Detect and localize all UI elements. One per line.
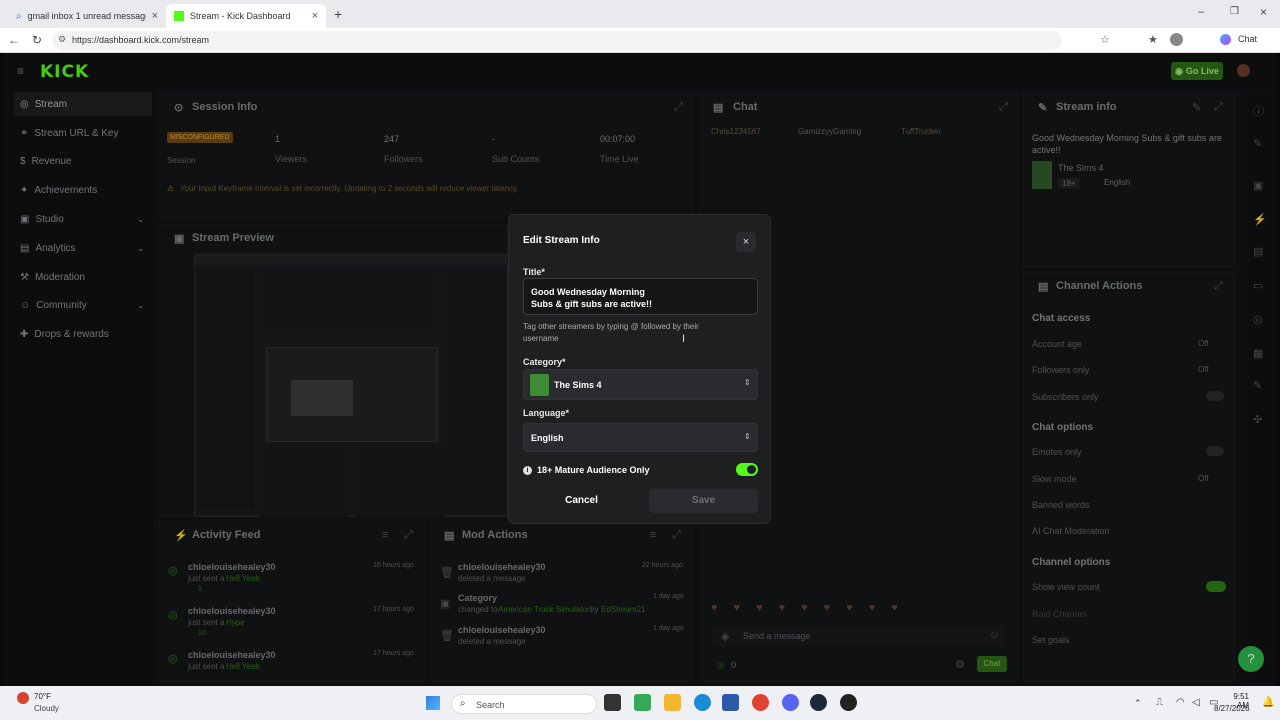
game-thumbnail: [530, 374, 549, 396]
usb-icon[interactable]: ⎍: [1156, 697, 1163, 708]
widgets-icon[interactable]: [634, 694, 651, 711]
close-tab-icon[interactable]: ×: [312, 10, 318, 22]
chrome-icon[interactable]: [752, 694, 769, 711]
taskbar-search[interactable]: ⌕ Search: [451, 694, 597, 714]
copilot-icon[interactable]: [1220, 34, 1231, 45]
new-tab-button[interactable]: +: [334, 6, 342, 22]
close-button[interactable]: ×: [736, 232, 756, 252]
profile-avatar[interactable]: [1170, 33, 1183, 46]
tray-chevron-icon[interactable]: ⌃: [1134, 698, 1142, 709]
search-icon: ⌕: [460, 698, 466, 709]
back-arrow-icon[interactable]: ←: [7, 33, 21, 47]
close-window-button[interactable]: ×: [1260, 5, 1267, 19]
store-icon[interactable]: [722, 694, 739, 711]
browser-tab-kick[interactable]: Stream - Kick Dashboard ×: [166, 4, 326, 28]
reload-icon[interactable]: ↻: [30, 33, 44, 47]
discord-icon[interactable]: [782, 694, 799, 711]
save-button[interactable]: Save: [649, 489, 758, 513]
obs-icon[interactable]: [840, 694, 857, 711]
title-hint: Tag other streamers by typing @ followed…: [523, 322, 699, 343]
site-info-icon[interactable]: ⚙: [58, 34, 66, 45]
minimize-button[interactable]: –: [1198, 6, 1204, 18]
category-select[interactable]: The Sims 4 ⇕: [523, 369, 758, 400]
clock-date[interactable]: 8/27/2026: [1214, 704, 1250, 713]
kick-favicon-icon: [174, 11, 184, 21]
sort-arrows-icon: ⇕: [744, 378, 751, 387]
address-bar[interactable]: https://dashboard.kick.com/stream: [52, 31, 1062, 50]
copilot-chat-label[interactable]: Chat: [1238, 34, 1257, 44]
browser-tab-bar: ⌕ gmail inbox 1 unread message - S × Str…: [0, 0, 1280, 28]
notification-bell-icon[interactable]: 🔔: [1262, 697, 1274, 708]
language-label: Language*: [523, 408, 570, 418]
title-textarea[interactable]: Good Wednesday Morning Subs & gift subs …: [523, 278, 758, 315]
info-icon[interactable]: i: [523, 466, 532, 475]
weather-temp[interactable]: 70°F: [34, 692, 51, 701]
weather-badge-icon: [17, 692, 29, 704]
edge-icon[interactable]: [694, 694, 711, 711]
browser-tab-gmail[interactable]: ⌕ gmail inbox 1 unread message - S ×: [8, 4, 166, 28]
favorites-icon[interactable]: ★: [1148, 33, 1158, 46]
steam-icon[interactable]: [810, 694, 827, 711]
mature-toggle[interactable]: [736, 463, 758, 476]
text-cursor-icon: I: [682, 333, 686, 345]
title-label: Title*: [523, 267, 545, 277]
weather-desc: Cloudy: [34, 704, 59, 713]
dialog-title: Edit Stream Info: [523, 235, 600, 246]
file-explorer-icon[interactable]: [664, 694, 681, 711]
mature-label: 18+ Mature Audience Only: [537, 465, 650, 475]
cancel-button[interactable]: Cancel: [523, 489, 640, 513]
edit-stream-info-dialog: Edit Stream Info × Title* Good Wednesday…: [508, 214, 771, 524]
close-tab-icon[interactable]: ×: [152, 10, 158, 22]
windows-start-icon[interactable]: [426, 696, 440, 710]
search-icon: ⌕: [16, 10, 22, 22]
category-label: Category*: [523, 357, 566, 367]
volume-icon[interactable]: ◁: [1192, 697, 1200, 708]
bookmark-star-icon[interactable]: ☆: [1100, 33, 1110, 46]
maximize-button[interactable]: ❐: [1230, 6, 1239, 17]
task-view-icon[interactable]: [604, 694, 621, 711]
sort-arrows-icon: ⇕: [744, 432, 751, 441]
language-select[interactable]: English ⇕: [523, 423, 758, 452]
wifi-icon[interactable]: ◠: [1176, 697, 1185, 708]
